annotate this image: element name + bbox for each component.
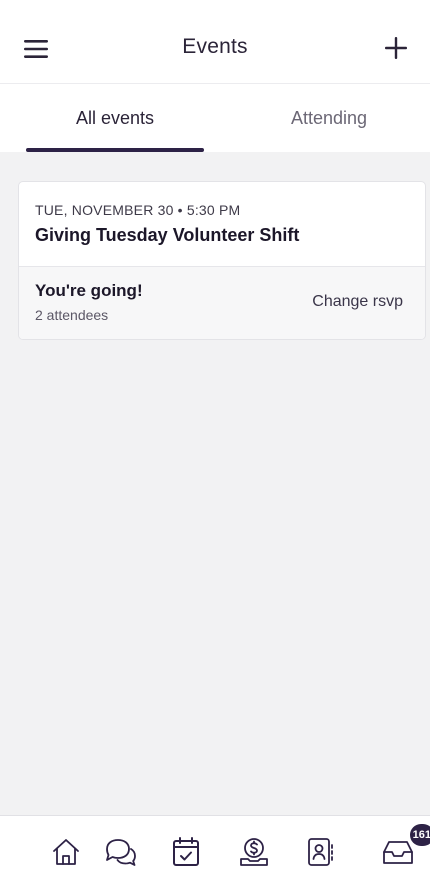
change-rsvp-link[interactable]: Change rsvp [312, 293, 403, 311]
page-title: Events [182, 35, 248, 58]
nav-home[interactable] [44, 830, 88, 874]
inbox-icon [383, 841, 413, 864]
add-event-button[interactable] [376, 30, 416, 66]
contacts-icon [308, 838, 333, 866]
rsvp-row: You're going! 2 attendees Change rsvp [19, 267, 425, 339]
event-date: TUE, NOVEMBER 30 • 5:30 PM [35, 202, 241, 218]
event-tabs: All events Attending [0, 84, 430, 152]
nav-messages[interactable] [98, 830, 142, 874]
app-header: Events [0, 0, 430, 84]
tab-attending[interactable]: Attending [228, 84, 430, 152]
event-card: TUE, NOVEMBER 30 • 5:30 PM Giving Tuesda… [18, 181, 426, 340]
calendar-check-icon [173, 837, 199, 866]
active-tab-indicator [26, 148, 204, 152]
nav-contacts[interactable] [298, 830, 342, 874]
tab-all-events[interactable]: All events [14, 84, 216, 152]
plus-icon [385, 37, 407, 59]
event-title: Giving Tuesday Volunteer Shift [35, 225, 300, 245]
chat-icon [106, 839, 136, 866]
event-card-header[interactable]: TUE, NOVEMBER 30 • 5:30 PM Giving Tuesda… [19, 182, 425, 267]
home-icon [53, 839, 79, 865]
bottom-navigation: 161 [0, 815, 430, 879]
nav-donations[interactable] [232, 830, 276, 874]
events-screen: Events All events Attending TUE, NOVEMBE… [0, 0, 430, 879]
nav-events[interactable] [164, 830, 208, 874]
donation-icon [240, 838, 268, 866]
inbox-badge: 161 [409, 824, 430, 846]
nav-inbox[interactable]: 161 [376, 824, 430, 874]
